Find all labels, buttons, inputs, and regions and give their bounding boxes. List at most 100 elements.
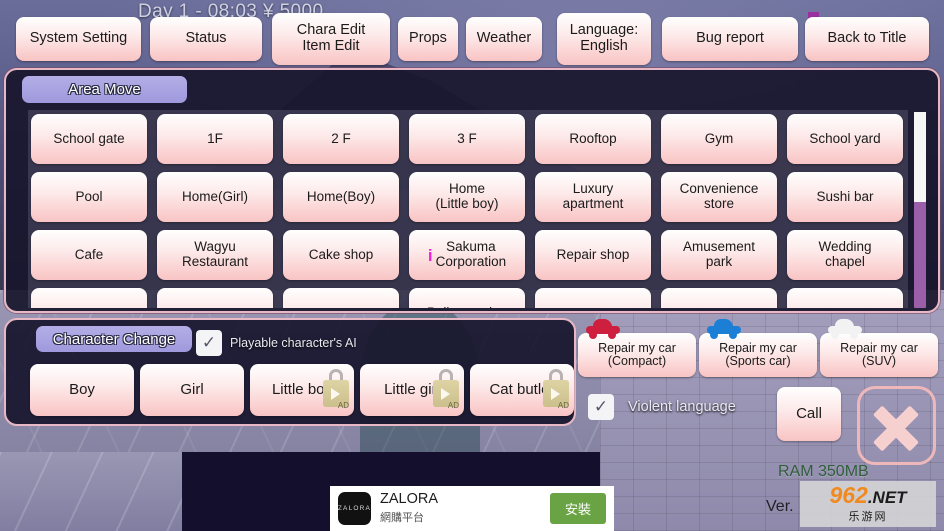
repair-car-button-2[interactable]: Repair my car (SUV) bbox=[820, 333, 938, 377]
character-button-cat-butler[interactable]: Cat butler AD bbox=[470, 364, 574, 416]
car-wheel-front bbox=[710, 331, 718, 339]
toolbar-button-status[interactable]: Status bbox=[150, 17, 262, 61]
area-button-label: Home (Little boy) bbox=[435, 181, 499, 211]
area-button-label: Repair shop bbox=[556, 246, 630, 262]
repair-car-button-1[interactable]: Repair my car (Sports car) bbox=[699, 333, 817, 377]
area-button-empty[interactable] bbox=[283, 288, 399, 308]
area-button-cake-shop[interactable]: Cake shop bbox=[283, 230, 399, 280]
watermark-net: .NET bbox=[867, 488, 907, 507]
toolbar-button-system-setting[interactable]: System Setting bbox=[16, 17, 141, 61]
area-button-cafe[interactable]: Cafe bbox=[31, 230, 147, 280]
playable-ai-label: Playable character's AI bbox=[230, 336, 357, 350]
area-button-label: Cake shop bbox=[308, 246, 374, 262]
area-button-luxury-apartment[interactable]: Luxury apartment bbox=[535, 172, 651, 222]
ad-label: AD bbox=[337, 401, 349, 411]
area-button-label: 3 F bbox=[457, 130, 477, 146]
area-button-school-yard[interactable]: School yard bbox=[787, 114, 903, 164]
area-button-empty[interactable] bbox=[661, 288, 777, 308]
toolbar-button-props[interactable]: Props bbox=[398, 17, 458, 61]
area-button-empty[interactable] bbox=[787, 288, 903, 308]
lock-ad-icon: AD bbox=[542, 369, 570, 411]
area-button-empty[interactable] bbox=[535, 288, 651, 308]
ad-title: ZALORA bbox=[380, 490, 439, 507]
area-button-label: 1F bbox=[207, 130, 223, 146]
area-button-home-girl[interactable]: Home(Girl) bbox=[157, 172, 273, 222]
area-move-panel: Area Move School gate 1F 2 F3 F Rooftop Gym S… bbox=[4, 68, 940, 313]
ad-label: AD bbox=[447, 401, 459, 411]
area-move-grid: School gate 1F 2 F 3 F Rooftop Gym School yard… bbox=[28, 110, 908, 308]
info-icon: i bbox=[427, 245, 433, 265]
toolbar-button-language-english[interactable]: Language: English bbox=[557, 13, 651, 65]
area-button-convenience-store[interactable]: Convenience store bbox=[661, 172, 777, 222]
car-compact-icon bbox=[586, 319, 620, 339]
area-move-scroll-thumb[interactable] bbox=[914, 112, 926, 203]
character-button-little-boy[interactable]: Little boy AD bbox=[250, 364, 354, 416]
area-button-label: Sakuma Corporation bbox=[435, 239, 507, 269]
area-button-rooftop[interactable]: Rooftop bbox=[535, 114, 651, 164]
playable-ai-checkbox[interactable]: ✓ bbox=[196, 330, 222, 356]
toolbar-button-bug-report[interactable]: Bug report bbox=[662, 17, 798, 61]
area-button-home-boy[interactable]: Home(Boy) bbox=[283, 172, 399, 222]
character-button-boy[interactable]: Boy bbox=[30, 364, 134, 416]
ad-text-block: ZALORA 網購平台 bbox=[380, 490, 550, 525]
area-button-police-station[interactable]: Police station bbox=[409, 288, 525, 308]
area-button-wagyu-restaurant[interactable]: Wagyu Restaurant bbox=[157, 230, 273, 280]
area-button-repair-shop[interactable]: Repair shop bbox=[535, 230, 651, 280]
area-button-school-gate[interactable]: School gate bbox=[31, 114, 147, 164]
area-button-label: Home(Girl) bbox=[182, 188, 248, 204]
character-button-label: Boy bbox=[69, 380, 95, 398]
car-wheel-rear bbox=[608, 331, 616, 339]
car-sports-icon bbox=[707, 319, 741, 339]
close-x-icon[interactable] bbox=[857, 386, 936, 465]
play-triangle-icon bbox=[441, 388, 450, 400]
area-button-pool[interactable]: Pool bbox=[31, 172, 147, 222]
lock-ad-icon: AD bbox=[322, 369, 350, 411]
violent-language-checkbox[interactable]: ✓ bbox=[588, 394, 614, 420]
background-road-left bbox=[0, 452, 182, 531]
area-button-label: School gate bbox=[53, 130, 125, 146]
character-button-girl[interactable]: Girl bbox=[140, 364, 244, 416]
toolbar-button-chara-edit-item-edit[interactable]: Chara Edit Item Edit bbox=[272, 13, 390, 65]
toolbar-button-back-to-title[interactable]: Back to Title bbox=[805, 17, 929, 61]
area-button-label: 2 F bbox=[331, 130, 351, 146]
watermark-top-line: 962.NET bbox=[829, 484, 906, 507]
ad-subtitle: 網購平台 bbox=[380, 512, 424, 525]
car-wheel-rear bbox=[729, 331, 737, 339]
area-button-label: Sushi bar bbox=[816, 188, 874, 204]
character-grid: Boy Girl Little boy AD Little girl AD Cat butl… bbox=[30, 364, 574, 416]
violent-language-row: ✓ Violent language bbox=[588, 394, 736, 420]
game-screen: Day 1 - 08:03 ¥ 5000 System Setting Statu… bbox=[0, 0, 944, 531]
repair-car-button-0[interactable]: Repair my car (Compact) bbox=[578, 333, 696, 377]
version-label: Ver. bbox=[766, 498, 794, 515]
area-button-empty[interactable] bbox=[31, 288, 147, 308]
area-button-sushi-bar[interactable]: Sushi bar bbox=[787, 172, 903, 222]
area-button-gym[interactable]: Gym bbox=[661, 114, 777, 164]
area-button-wedding-chapel[interactable]: Wedding chapel bbox=[787, 230, 903, 280]
lock-ad-icon: AD bbox=[432, 369, 460, 411]
area-move-header[interactable]: Area Move bbox=[22, 76, 187, 103]
character-button-little-girl[interactable]: Little girl AD bbox=[360, 364, 464, 416]
area-button-empty[interactable] bbox=[157, 288, 273, 308]
character-change-header[interactable]: Character Change bbox=[36, 326, 192, 352]
area-button-label: Pool bbox=[75, 188, 103, 204]
character-button-label: Girl bbox=[180, 380, 204, 398]
area-button-2-f[interactable]: 2 F bbox=[283, 114, 399, 164]
area-button-label: Luxury apartment bbox=[562, 181, 624, 211]
call-button[interactable]: Call bbox=[777, 387, 841, 441]
play-triangle-icon bbox=[551, 388, 560, 400]
ad-label: AD bbox=[557, 401, 569, 411]
area-button-sakuma-corporation[interactable]: i Sakuma Corporation bbox=[409, 230, 525, 280]
ad-install-button[interactable]: 安裝 bbox=[549, 493, 606, 524]
area-button-1f[interactable]: 1F bbox=[157, 114, 273, 164]
violent-language-label: Violent language bbox=[628, 399, 736, 415]
ad-banner[interactable]: ZALORA ZALORA 網購平台 安裝 bbox=[330, 486, 614, 531]
car-wheel-front bbox=[831, 331, 839, 339]
area-move-scrollbar[interactable] bbox=[914, 112, 926, 308]
area-button-label: Wagyu Restaurant bbox=[181, 239, 249, 269]
area-button-3-f[interactable]: 3 F bbox=[409, 114, 525, 164]
watermark-bottom-line: 乐游网 bbox=[848, 511, 888, 523]
top-toolbar: System Setting Status Chara Edit Item Edit… bbox=[0, 0, 944, 66]
area-button-amusement-park[interactable]: Amusement park bbox=[661, 230, 777, 280]
area-button-home-little-boy[interactable]: Home (Little boy) bbox=[409, 172, 525, 222]
toolbar-button-weather[interactable]: Weather bbox=[466, 17, 542, 61]
